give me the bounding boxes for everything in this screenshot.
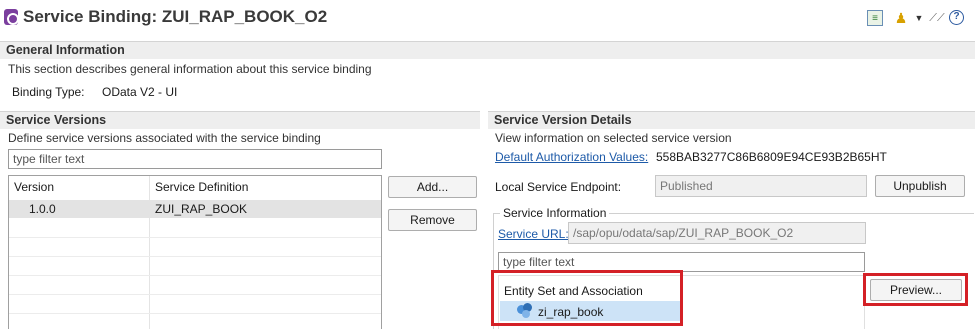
document-icon[interactable]: ≡ [867, 10, 883, 26]
remove-version-button[interactable]: Remove [388, 209, 477, 231]
service-versions-description: Define service versions associated with … [8, 131, 321, 145]
editor-header: Service Binding: ZUI_RAP_BOOK_O2 ≡ ♟ ▼ ⟋… [0, 0, 975, 36]
row-divider [9, 256, 381, 257]
add-version-button[interactable]: Add... [388, 176, 477, 198]
highlight-box-preview [863, 273, 968, 306]
highlight-box-entity [491, 270, 683, 326]
version-cell: 1.0.0 [29, 202, 56, 216]
unpublish-button[interactable]: Unpublish [875, 175, 965, 197]
general-info-description: This section describes general informati… [8, 62, 372, 76]
column-separator [149, 176, 150, 329]
row-divider [9, 294, 381, 295]
service-url-field: /sap/opu/odata/sap/ZUI_RAP_BOOK_O2 [568, 222, 866, 244]
service-binding-icon [4, 9, 19, 25]
binding-type-label: Binding Type: [12, 85, 85, 99]
person-icon[interactable]: ♟ [893, 10, 909, 26]
service-versions-section-title: Service Versions [0, 111, 480, 129]
service-url-link[interactable]: Service URL: [498, 227, 569, 241]
entity-filter-input[interactable]: type filter text [498, 252, 865, 272]
service-versions-table: Version Service Definition 1.0.0 ZUI_RAP… [8, 175, 382, 329]
row-divider [9, 313, 381, 314]
editor-title: Service Binding: ZUI_RAP_BOOK_O2 [23, 7, 328, 26]
local-service-endpoint-label: Local Service Endpoint: [495, 180, 622, 194]
row-divider [9, 237, 381, 238]
binding-type-value: OData V2 - UI [102, 85, 178, 99]
service-definition-cell: ZUI_RAP_BOOK [155, 202, 248, 216]
column-header-version[interactable]: Version [9, 176, 150, 198]
version-details-section-title: Service Version Details [488, 111, 975, 129]
endpoint-status-field: Published [655, 175, 867, 197]
dropdown-arrow-icon[interactable]: ▼ [911, 10, 927, 26]
service-versions-filter-input[interactable]: type filter text [8, 149, 382, 169]
help-icon[interactable]: ? [949, 10, 964, 25]
general-info-section-title: General Information [0, 41, 975, 59]
link-icon[interactable]: ⟋⟋ [929, 10, 945, 26]
default-authorization-link[interactable]: Default Authorization Values: [495, 150, 648, 164]
row-divider [9, 275, 381, 276]
version-details-description: View information on selected service ver… [495, 131, 732, 145]
service-information-title: Service Information [500, 206, 610, 220]
authorization-value: 558BAB3277C86B6809E94CE93B2B65HT [656, 150, 887, 164]
table-row[interactable]: 1.0.0 ZUI_RAP_BOOK [9, 200, 381, 218]
column-header-service-definition[interactable]: Service Definition [150, 176, 382, 198]
